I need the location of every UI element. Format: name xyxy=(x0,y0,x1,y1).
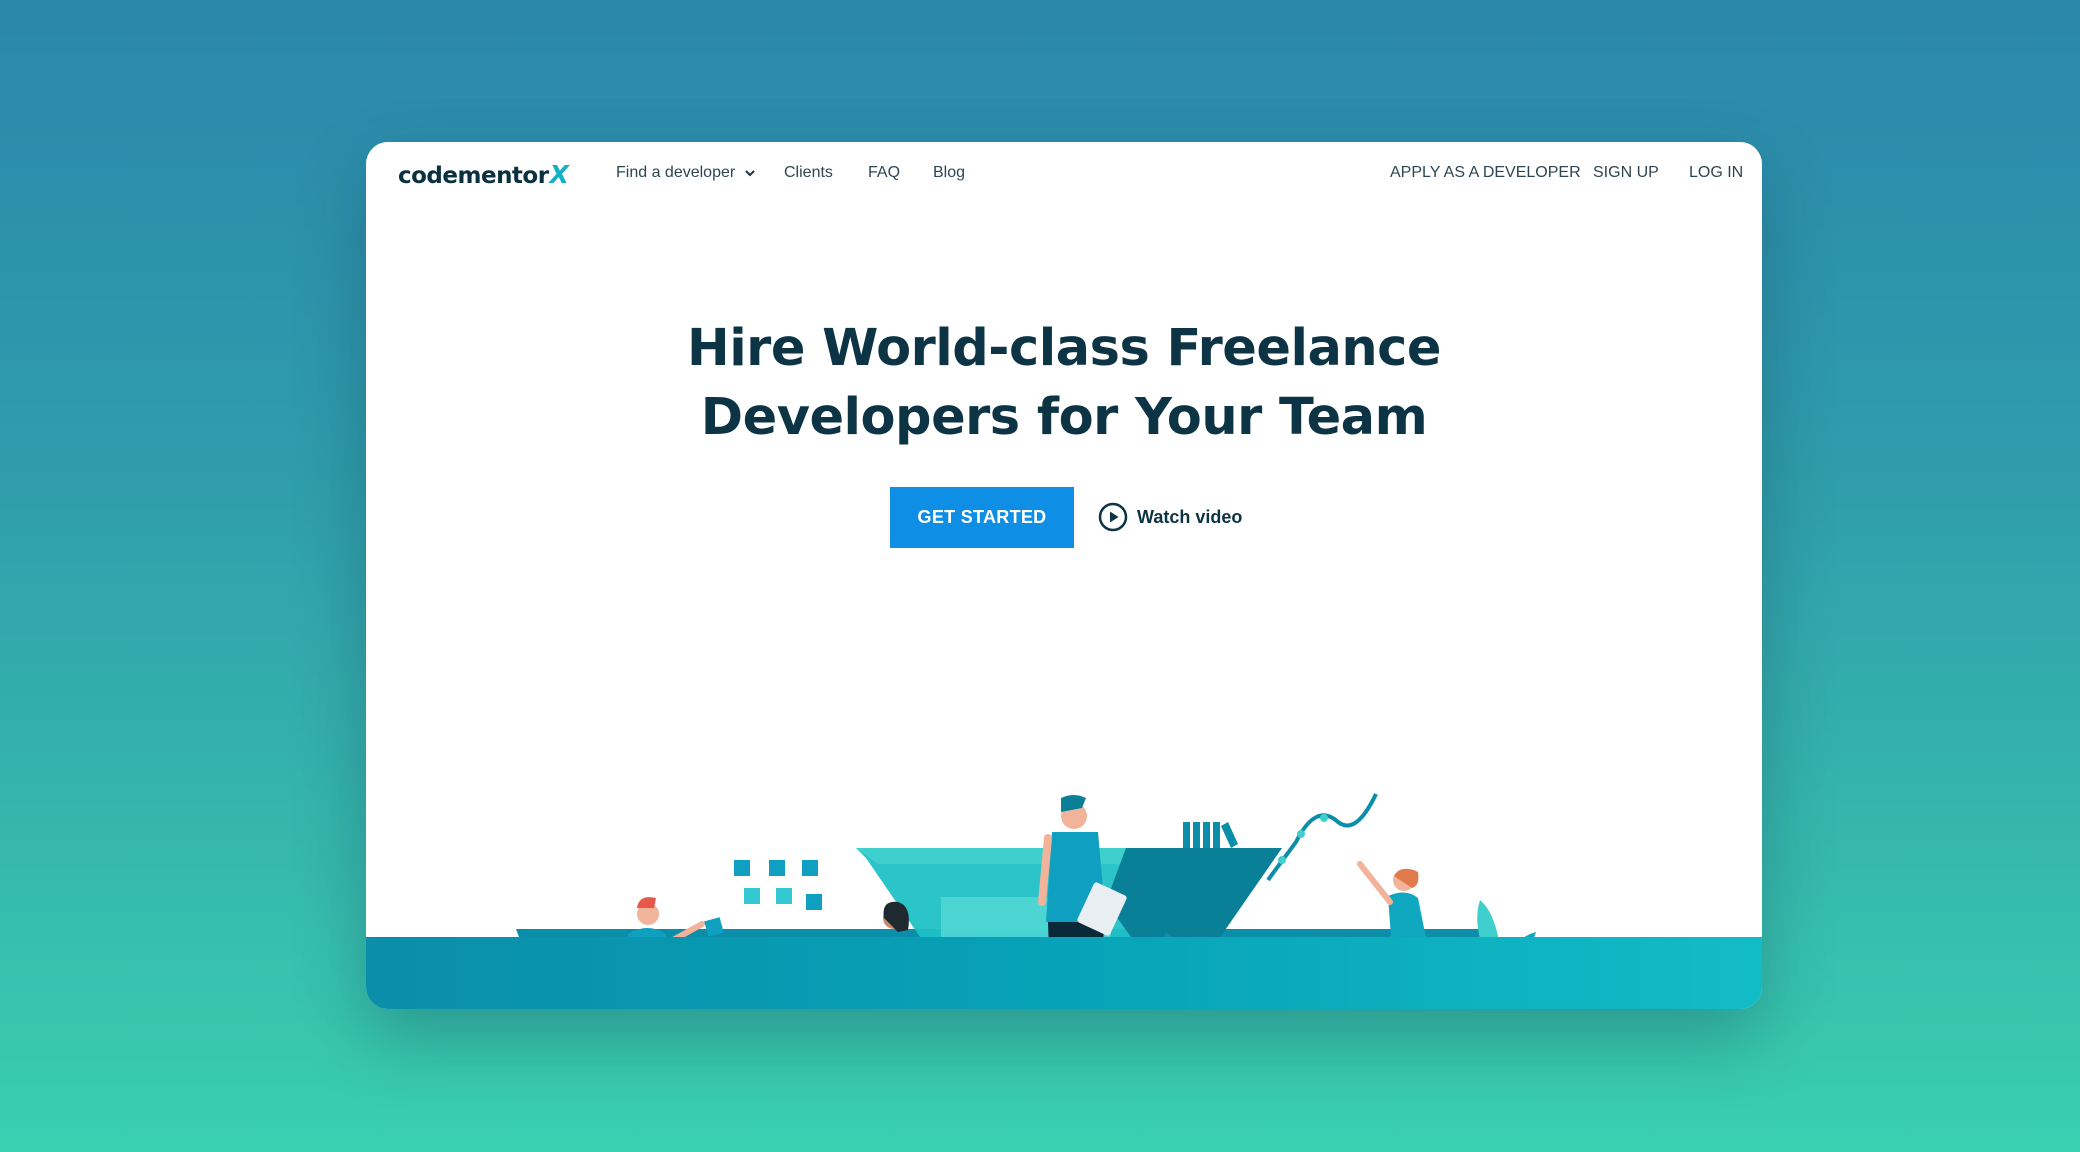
chevron-down-icon xyxy=(744,170,755,177)
logo-wordmark: codementor xyxy=(398,163,549,189)
nav-find-developer[interactable]: Find a developer xyxy=(616,164,756,182)
nav-faq[interactable]: FAQ xyxy=(868,164,900,182)
watch-video-link[interactable]: Watch video xyxy=(1098,500,1242,534)
brand-logo[interactable]: codementorX xyxy=(398,160,569,189)
hero-title-line-2: Developers for Your Team xyxy=(700,388,1428,447)
play-circle-icon xyxy=(1098,502,1128,532)
nav-blog[interactable]: Blog xyxy=(933,164,965,182)
get-started-button[interactable]: GET STARTED xyxy=(890,487,1074,548)
nav-apply-as-developer[interactable]: APPLY AS A DEVELOPER xyxy=(1390,164,1581,182)
hero-floor-band xyxy=(366,937,1762,1009)
nav-clients[interactable]: Clients xyxy=(784,164,833,182)
nav-sign-up[interactable]: SIGN UP xyxy=(1593,164,1659,182)
landing-page-window: codementorX Find a developer Clients FAQ… xyxy=(366,142,1762,1009)
top-navigation: codementorX Find a developer Clients FAQ… xyxy=(366,142,1762,206)
logo-x-mark: X xyxy=(549,160,569,189)
hero-title-line-1: Hire World-class Freelance xyxy=(687,319,1441,378)
nav-log-in[interactable]: LOG IN xyxy=(1689,164,1743,182)
hero-title: Hire World-class Freelance Developers fo… xyxy=(366,314,1762,452)
nav-find-developer-label: Find a developer xyxy=(616,164,736,181)
watch-video-label: Watch video xyxy=(1137,506,1243,527)
